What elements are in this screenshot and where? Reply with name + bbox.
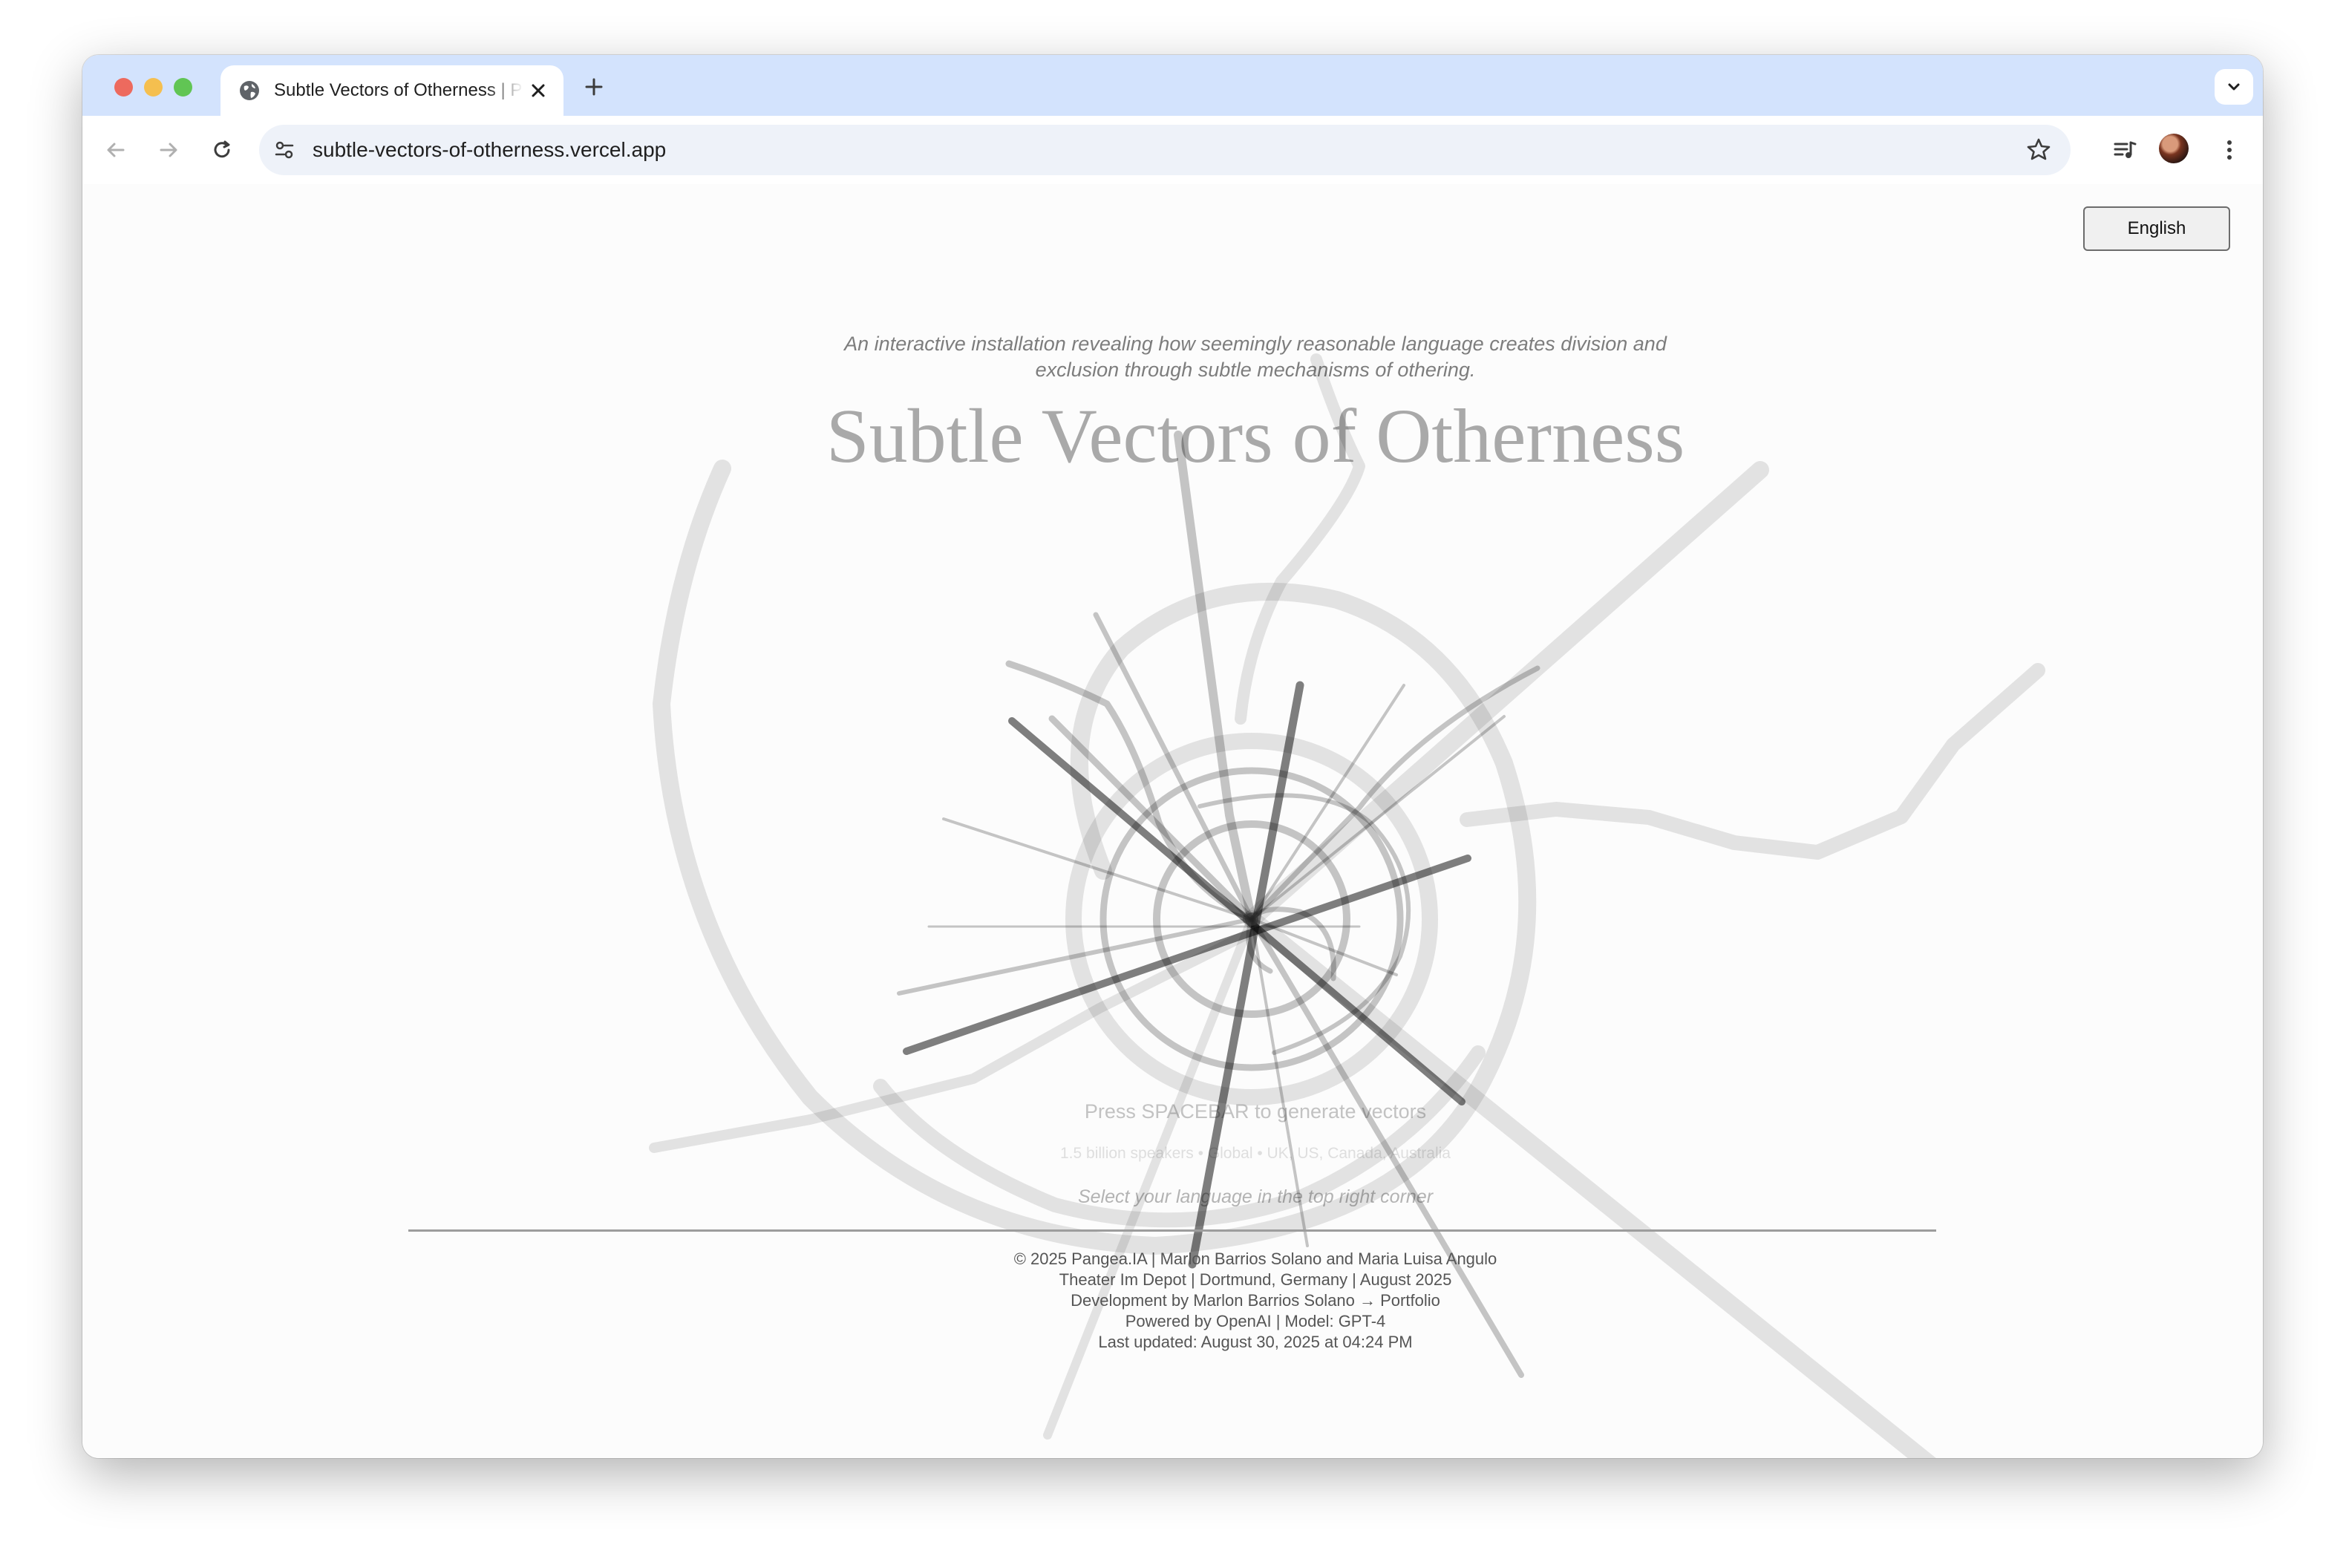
plus-icon[interactable] — [581, 74, 607, 99]
globe-icon — [240, 81, 259, 100]
browser-toolbar: subtle-vectors-of-otherness.vercel.app — [82, 116, 2263, 186]
footer-copyright: © 2025 Pangea.IA | Marlon Barrios Solano… — [1013, 1250, 1497, 1268]
footer-venue: Theater Im Depot | Dortmund, Germany | A… — [1059, 1270, 1452, 1289]
media-control-icon[interactable] — [2111, 135, 2140, 165]
forward-arrow-icon[interactable] — [154, 135, 183, 165]
minimize-window-button[interactable] — [144, 78, 163, 97]
star-icon[interactable] — [2025, 136, 2053, 164]
browser-window: Subtle Vectors of Otherness | Pangea.IA — [82, 55, 2263, 1458]
zoom-window-button[interactable] — [174, 78, 192, 97]
vector-hook-north — [1235, 353, 1365, 725]
tab-active[interactable]: Subtle Vectors of Otherness | Pangea.IA — [220, 65, 563, 116]
footer-divider — [408, 1229, 1936, 1232]
page-content: An interactive installation revealing ho… — [82, 184, 2263, 1458]
reload-icon[interactable] — [207, 135, 237, 165]
footer-development-link[interactable]: Development by Marlon Barrios Solano → P… — [751, 1290, 1760, 1311]
vector-diagonal-ne — [1243, 461, 1769, 928]
language-select-button[interactable]: English — [2083, 206, 2230, 251]
kebab-menu-icon[interactable] — [2215, 135, 2244, 165]
avatar[interactable] — [2159, 134, 2189, 163]
back-arrow-icon[interactable] — [101, 135, 131, 165]
footer-powered-by: Powered by OpenAI | Model: GPT-4 — [1125, 1312, 1386, 1330]
vector-branch-east — [1460, 663, 2045, 860]
address-bar[interactable]: subtle-vectors-of-otherness.vercel.app — [259, 125, 2071, 175]
close-window-button[interactable] — [114, 78, 133, 97]
footer: © 2025 Pangea.IA | Marlon Barrios Solano… — [751, 1249, 1760, 1353]
vector-origin — [1245, 912, 1258, 926]
vector-diagonal-se — [1243, 910, 1936, 1458]
close-icon[interactable] — [528, 80, 549, 101]
tab-search-button[interactable] — [2215, 69, 2253, 105]
tab-title: Subtle Vectors of Otherness | Pangea.IA — [274, 80, 523, 100]
site-settings-icon[interactable] — [272, 138, 296, 162]
vector-long-sw — [1043, 915, 1256, 1440]
footer-last-updated: Last updated: August 30, 2025 at 04:24 P… — [1098, 1333, 1413, 1351]
tab-strip: Subtle Vectors of Otherness | Pangea.IA — [82, 55, 2263, 116]
chevron-down-icon — [2228, 83, 2240, 91]
url-text: subtle-vectors-of-otherness.vercel.app — [313, 138, 667, 161]
vector-ray-nnw — [1093, 612, 1255, 922]
